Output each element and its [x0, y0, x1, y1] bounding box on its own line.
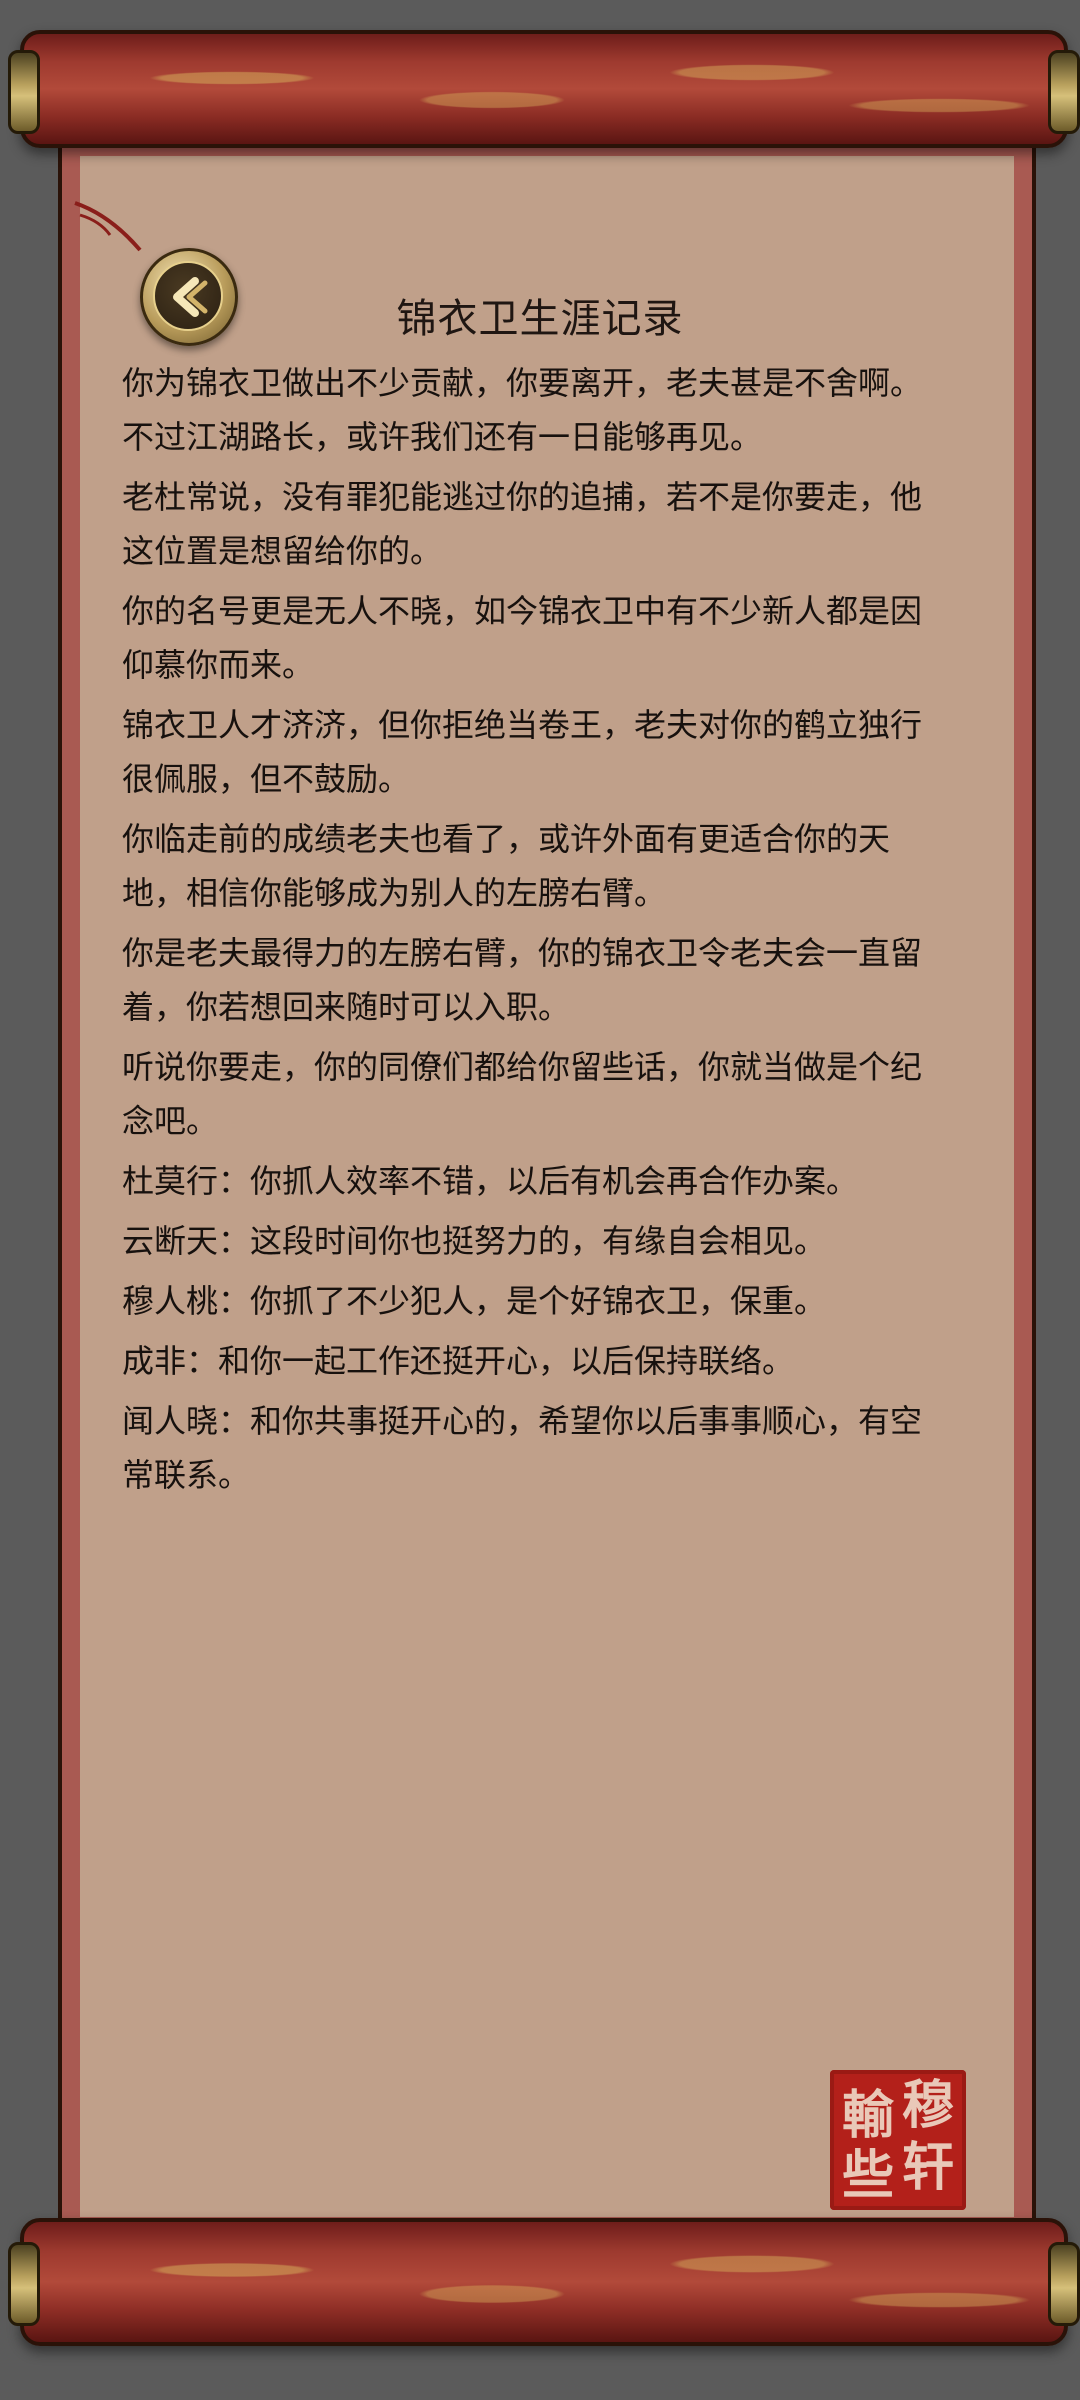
seal-char: 輸 — [842, 2085, 895, 2146]
paragraph: 你临走前的成绩老夫也看了，或许外面有更适合你的天地，相信你能够成为别人的左膀右臂… — [122, 820, 891, 912]
paragraph: 杜莫行：你抓人效率不错，以后有机会再合作办案。 — [122, 1162, 859, 1200]
scroll-bottom-right-cap — [1048, 2242, 1080, 2326]
paragraph: 闻人晓：和你共事挺开心的，希望你以后事事顺心，有空常联系。 — [122, 1402, 923, 1494]
paragraph: 你是老夫最得力的左膀右臂，你的锦衣卫令老夫会一直留着，你若想回来随时可以入职。 — [122, 934, 923, 1026]
paragraph: 成非：和你一起工作还挺开心，以后保持联络。 — [122, 1342, 795, 1380]
scroll-top-right-cap — [1048, 50, 1080, 134]
paragraph: 云断天：这段时间你也挺努力的，有缘自会相见。 — [122, 1222, 827, 1260]
letter-content: 你为锦衣卫做出不少贡献，你要离开，老夫甚是不舍啊。不过江湖路长，或许我们还有一日… — [122, 356, 952, 1508]
paragraph: 穆人桃：你抓了不少犯人，是个好锦衣卫，保重。 — [122, 1282, 827, 1320]
scroll-bottom-left-cap — [8, 2242, 40, 2326]
paragraph: 锦衣卫人才济济，但你拒绝当卷王，老夫对你的鹤立独行很佩服，但不鼓励。 — [122, 706, 923, 798]
paragraph: 老杜常说，没有罪犯能逃过你的追捕，若不是你要走，他这位置是想留给你的。 — [122, 478, 923, 570]
scroll-bottom-rod — [8, 2218, 1080, 2346]
page-title: 锦衣卫生涯记录 — [396, 296, 684, 342]
seal-char: 些 — [842, 2145, 895, 2206]
scroll-top-rod — [8, 30, 1080, 148]
scroll-screen: 锦衣卫生涯记录 你为锦衣卫做出不少贡献，你要离开，老夫甚是不舍啊。不过江湖路长，… — [0, 0, 1080, 2400]
paragraph: 听说你要走，你的同僚们都给你留些话，你就当做是个纪念吧。 — [122, 1048, 923, 1140]
seal-char: 穆 — [902, 2075, 955, 2136]
scroll-top-left-cap — [8, 50, 40, 134]
red-seal-stamp: 穆 轩 輸 些 — [830, 2070, 966, 2210]
paragraph: 你的名号更是无人不晓，如今锦衣卫中有不少新人都是因仰慕你而来。 — [122, 592, 923, 684]
seal-char: 轩 — [902, 2137, 955, 2198]
paragraph: 你为锦衣卫做出不少贡献，你要离开，老夫甚是不舍啊。不过江湖路长，或许我们还有一日… — [122, 364, 923, 456]
